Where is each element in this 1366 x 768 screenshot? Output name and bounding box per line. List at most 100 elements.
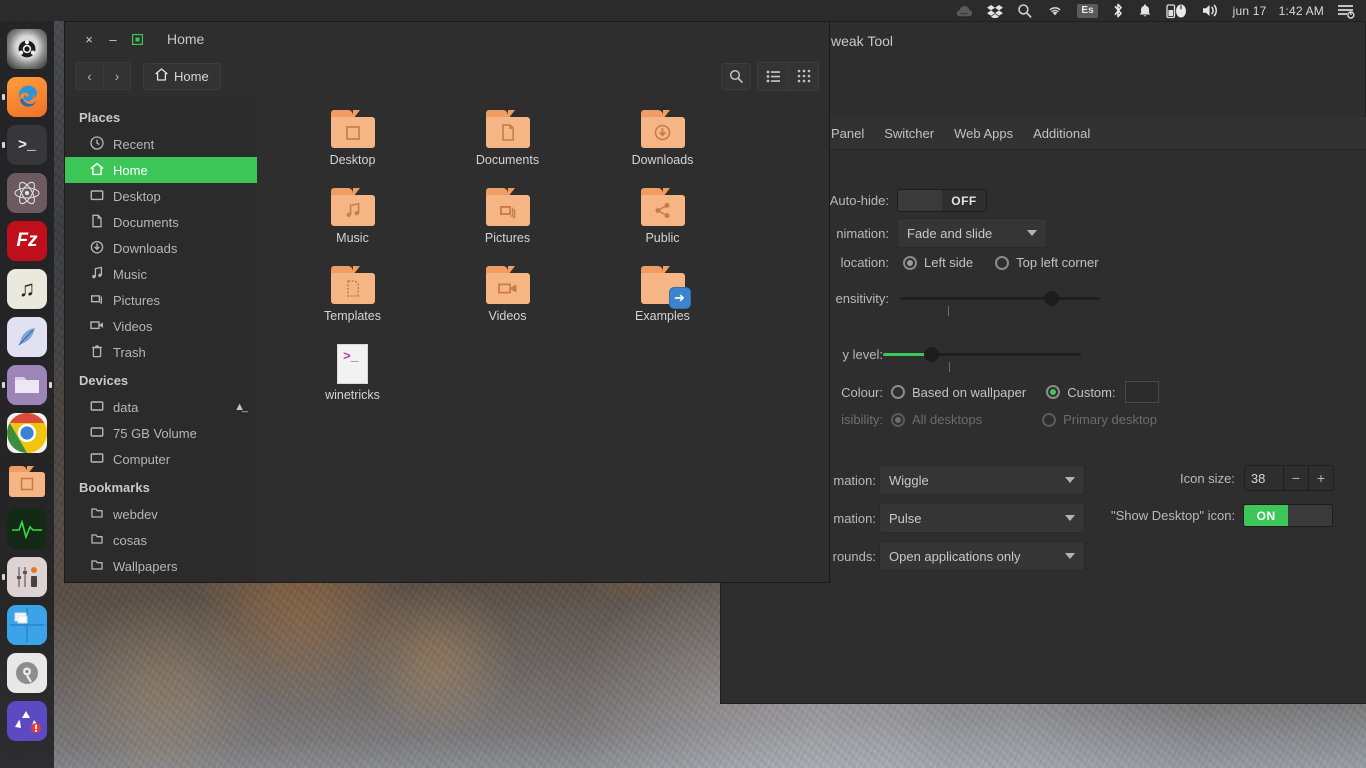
battery-mouse-icon[interactable] [1159,0,1195,21]
grid-view-icon[interactable] [788,63,818,90]
sensitivity-slider[interactable] [900,290,1100,306]
minimize-button[interactable]: – [101,27,125,51]
cloud-icon[interactable] [948,0,980,21]
dock-item-disks[interactable] [7,653,47,693]
dock-item-atom[interactable] [7,173,47,213]
animation-select[interactable]: Fade and slide [897,218,1047,248]
breadcrumb-home[interactable]: Home [143,63,221,90]
file-manager-content[interactable]: Desktop Documents [257,96,829,582]
launch-animation-select[interactable]: Wiggle [879,465,1085,495]
list-view-icon[interactable] [758,63,788,90]
visibility-option-all-desktops[interactable]: All desktops [891,412,982,427]
sidebar-item-music[interactable]: Music [65,261,257,287]
dock-item-firefox[interactable] [7,77,47,117]
tab-additional[interactable]: Additional [1023,120,1100,147]
sidebar-item-trash[interactable]: Trash [65,339,257,365]
share-emblem-icon [654,202,671,219]
file-item-winetricks[interactable]: >_ winetricks [275,344,430,422]
bluetooth-icon[interactable] [1105,0,1131,21]
slider-knob[interactable] [1044,291,1059,306]
file-item-label: Pictures [485,231,530,245]
dock-item-writer[interactable] [7,317,47,357]
notification-bell-icon[interactable] [1131,0,1159,21]
sidebar-item-webdev[interactable]: webdev [65,501,257,527]
sidebar-item-75-gb-volume[interactable]: 75 GB Volume [65,420,257,446]
location-option-left-side[interactable]: Left side [903,255,973,270]
file-item-public[interactable]: Public [585,188,740,266]
file-item-videos[interactable]: Videos [430,266,585,344]
dock-item-filezilla[interactable]: Fz [7,221,47,261]
sidebar-item-wallpapers[interactable]: Wallpapers [65,553,257,579]
sidebar-section-devices: Devices [65,365,257,394]
dock-item-trash[interactable] [7,701,47,741]
slider-knob[interactable] [924,347,939,362]
sidebar-item-documents[interactable]: Documents [65,209,257,235]
opacity-slider[interactable] [883,346,1081,362]
back-button[interactable]: ‹ [76,63,103,89]
dock-item-music[interactable]: ♫ [7,269,47,309]
file-item-templates[interactable]: Templates [275,266,430,344]
keyboard-layout-badge[interactable]: Es [1070,0,1104,21]
sidebar-item-cosas[interactable]: cosas [65,527,257,553]
icon-size-value[interactable]: 38 [1245,466,1283,490]
top-panel: Es jun 17 1:42 AM [0,0,1366,21]
file-item-desktop[interactable]: Desktop [275,110,430,188]
tab-web-apps[interactable]: Web Apps [944,120,1023,147]
wifi-icon[interactable] [1040,0,1070,21]
dock-item-nemo[interactable] [7,461,47,501]
file-item-pictures[interactable]: Pictures [430,188,585,266]
backgrounds-select[interactable]: Open applications only [879,541,1085,571]
sidebar-section-places: Places [65,102,257,131]
visibility-option-primary-desktop[interactable]: Primary desktop [1042,412,1157,427]
file-item-examples[interactable]: ➜ Examples [585,266,740,344]
autohide-toggle[interactable]: OFF [897,189,987,212]
picture-icon [90,292,104,309]
custom-colour-swatch[interactable] [1125,381,1159,403]
file-item-downloads[interactable]: Downloads [585,110,740,188]
panel-clock[interactable]: 1:42 AM [1273,4,1330,18]
sidebar-item-data[interactable]: data ▲̲ [65,394,257,420]
icon-size-increment-button[interactable]: + [1308,466,1333,490]
show-desktop-toggle[interactable]: ON [1243,504,1333,527]
file-manager-title-bar[interactable]: × – Home [65,22,829,56]
folder-icon [486,188,530,226]
sidebar-item-desktop[interactable]: Desktop [65,183,257,209]
close-button[interactable]: × [77,27,101,51]
sidebar-item-computer[interactable]: Computer [65,446,257,472]
location-option-left-side-label: Left side [924,255,973,270]
sidebar-item-recent[interactable]: Recent [65,131,257,157]
forward-button[interactable]: › [103,63,130,89]
radio-dot [995,256,1009,270]
file-item-documents[interactable]: Documents [430,110,585,188]
dropbox-icon[interactable] [980,0,1010,21]
dock-item-settings[interactable] [7,557,47,597]
folder-icon: ➜ [641,266,685,304]
eject-icon[interactable]: ▲̲ [234,401,245,413]
location-option-top-left-corner[interactable]: Top left corner [995,255,1098,270]
sidebar-item-home[interactable]: Home [65,157,257,183]
sliders-icon [7,557,47,597]
attention-animation-select[interactable]: Pulse [879,503,1085,533]
tab-switcher[interactable]: Switcher [874,120,944,147]
file-item-label: Downloads [632,153,694,167]
icon-size-stepper[interactable]: 38 − + [1244,465,1334,491]
colour-option-custom[interactable]: Custom: [1046,385,1115,400]
panel-date[interactable]: jun 17 [1227,4,1273,18]
dock-item-workspaces[interactable] [7,605,47,645]
icon-size-decrement-button[interactable]: − [1283,466,1308,490]
file-item-music[interactable]: Music [275,188,430,266]
dock-item-files-purple[interactable] [7,365,47,405]
maximize-button[interactable] [125,27,149,51]
search-icon[interactable] [1010,0,1040,21]
dock-item-chrome[interactable] [7,413,47,453]
sidebar-item-downloads[interactable]: Downloads [65,235,257,261]
sidebar-item-videos[interactable]: Videos [65,313,257,339]
volume-icon[interactable] [1195,0,1227,21]
sidebar-item-pictures[interactable]: Pictures [65,287,257,313]
colour-option-based-on-wallpaper[interactable]: Based on wallpaper [891,385,1026,400]
dock-item-system-monitor[interactable] [7,509,47,549]
session-menu-icon[interactable] [1330,0,1362,21]
dock-item-terminal[interactable]: >_ [7,125,47,165]
dock-item-ubuntu[interactable] [7,29,47,69]
search-icon[interactable] [721,63,751,90]
